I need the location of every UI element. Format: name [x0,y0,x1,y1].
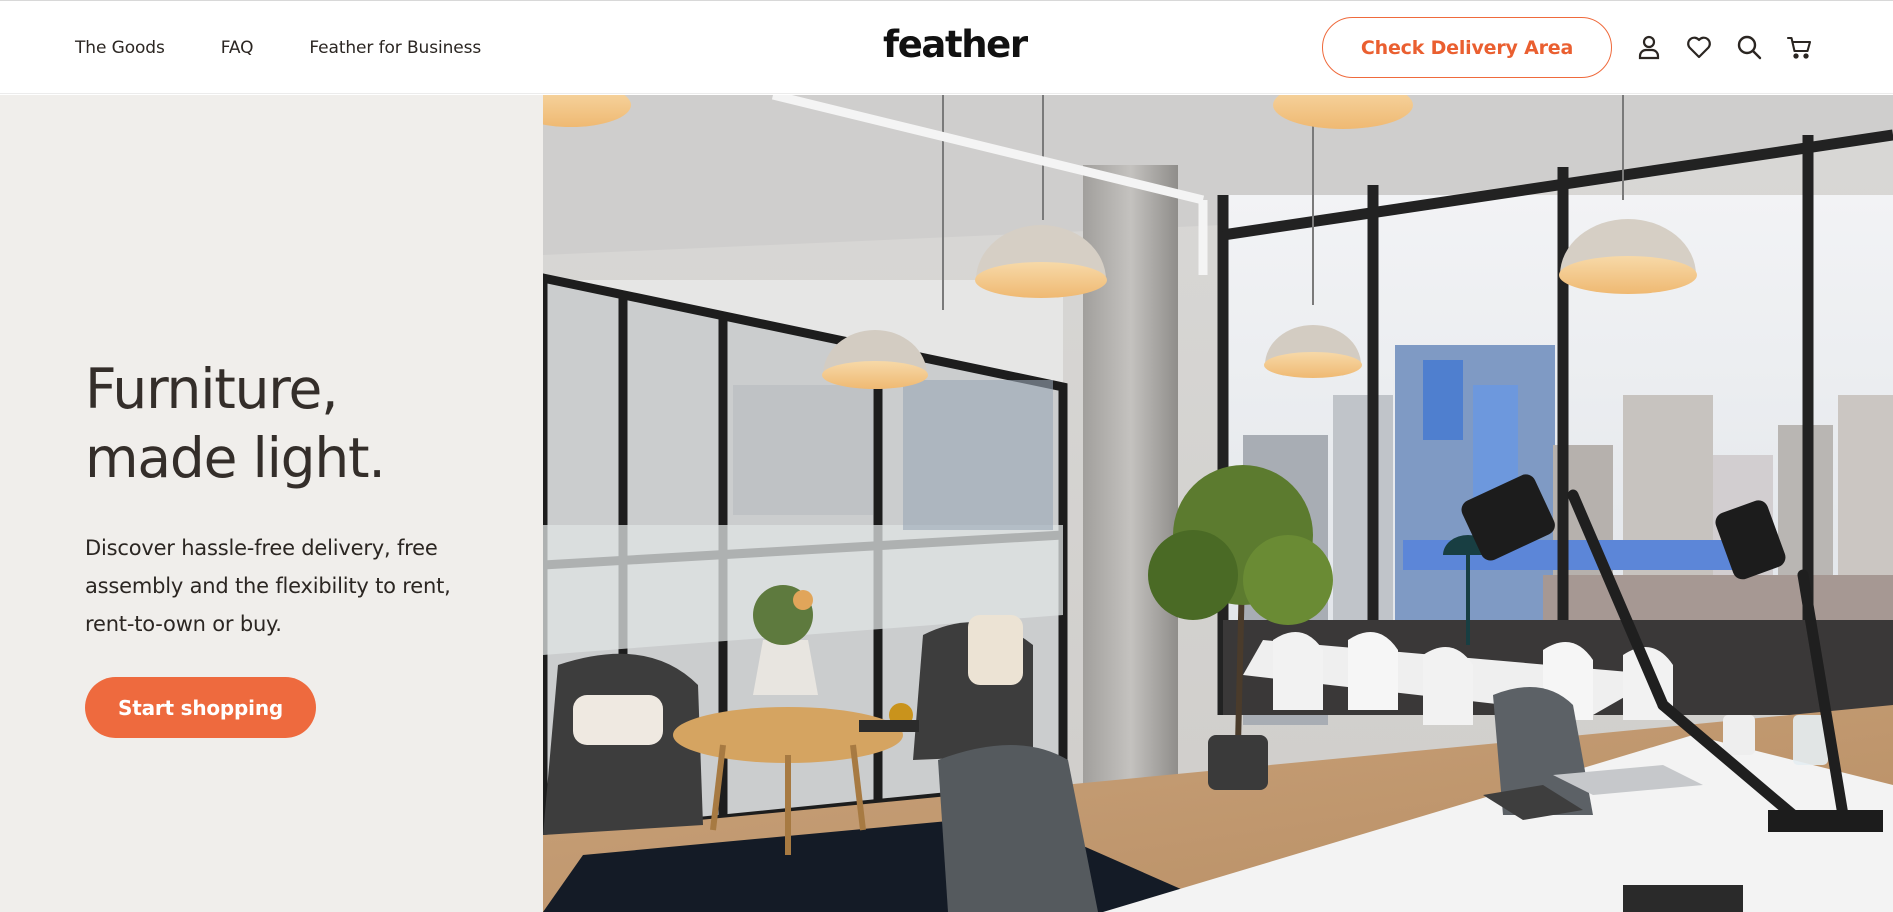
hero-headline: Furniture, made light. [85,355,386,493]
check-delivery-area-button[interactable]: Check Delivery Area [1322,17,1612,78]
start-shopping-button[interactable]: Start shopping [85,677,316,738]
hero-text-panel [0,95,543,912]
hero-image [543,95,1893,912]
heart-icon[interactable] [1682,30,1716,64]
hero-headline-line-1: Furniture, [85,357,339,421]
nav-link-faq[interactable]: FAQ [221,38,254,58]
hero-headline-line-2: made light. [85,426,386,490]
nav-link-feather-for-business[interactable]: Feather for Business [309,38,481,58]
primary-nav: The Goods FAQ Feather for Business [75,1,537,94]
nav-link-the-goods[interactable]: The Goods [75,38,165,58]
cart-icon[interactable] [1782,30,1816,64]
search-icon[interactable] [1732,30,1766,64]
hero-description: Discover hassle-free delivery, free asse… [85,536,451,636]
feather-logo[interactable]: feather [883,23,1028,66]
account-icon[interactable] [1632,30,1666,64]
site-header: The Goods FAQ Feather for Business feath… [0,1,1893,94]
